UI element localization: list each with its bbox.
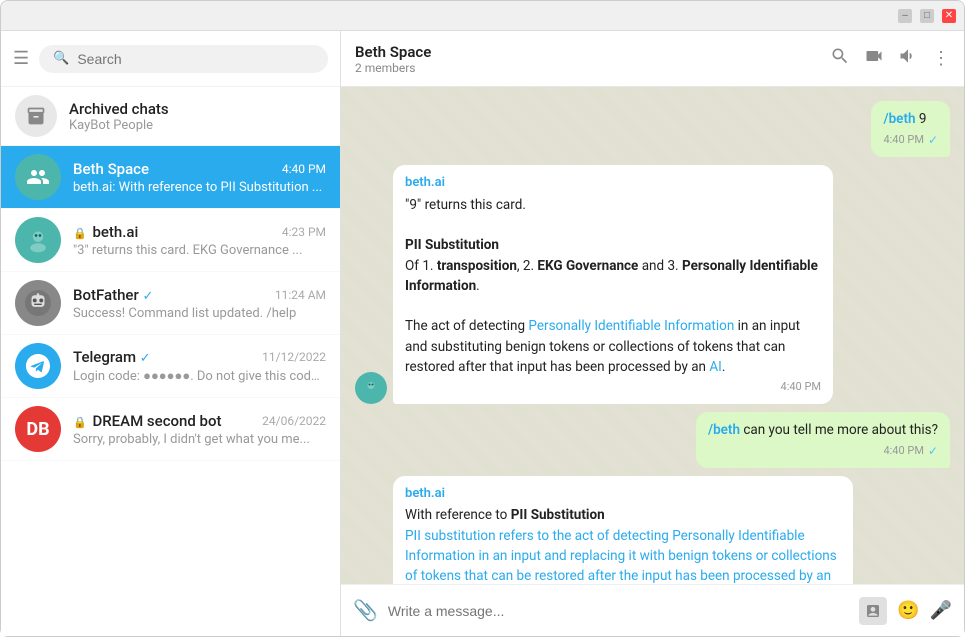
chat-header: Beth Space 2 members ⋮	[341, 31, 964, 87]
voice-button[interactable]: 🎤	[930, 600, 952, 621]
bubble-4: beth.ai With reference to PII Substituti…	[393, 476, 853, 584]
sidebar: ☰ 🔍 Archived chats KayBot People	[1, 31, 341, 636]
chat-info-beth-ai: 🔒 beth.ai 4:23 PM "3" returns this card.…	[73, 223, 326, 258]
msg-text-4: With reference to PII Substitution PII s…	[405, 505, 841, 584]
chat-area: Beth Space 2 members ⋮	[341, 31, 964, 636]
attach-button[interactable]: 📎	[353, 598, 378, 623]
sticker-button[interactable]	[859, 597, 887, 625]
input-right-icons: 🙂 🎤	[859, 597, 952, 625]
msg-time-2: 4:40 PM	[781, 379, 821, 396]
sidebar-header: ☰ 🔍	[1, 31, 340, 87]
bubble-1: /beth 9 4:40 PM ✓	[871, 101, 950, 157]
chat-item-botfather[interactable]: BotFather ✓ 11:24 AM Success! Command li…	[1, 272, 340, 335]
avatar-beth-ai	[15, 217, 61, 263]
msg-time-1: 4:40 PM	[883, 132, 923, 149]
check-icon-3: ✓	[928, 442, 938, 460]
bubble-sender-2: beth.ai	[405, 173, 821, 193]
chat-preview-botfather: Success! Command list updated. /help	[73, 306, 326, 321]
archived-title: Archived chats	[69, 100, 326, 118]
chat-name-dream: 🔒 DREAM second bot	[73, 412, 222, 430]
msg-text-1: /beth 9	[883, 109, 938, 129]
chat-name-telegram: Telegram ✓	[73, 348, 151, 366]
search-icon: 🔍	[53, 51, 69, 66]
chat-header-info: Beth Space 2 members	[355, 43, 820, 75]
chat-time-beth-space: 4:40 PM	[282, 162, 326, 176]
search-input[interactable]	[77, 51, 314, 67]
message-row-2: beth.ai "9" returns this card. PII Subst…	[355, 165, 950, 403]
chat-header-members: 2 members	[355, 61, 820, 75]
chat-item-dream[interactable]: DB 🔒 DREAM second bot 24/06/2022 Sorry, …	[1, 398, 340, 461]
bubble-sender-4: beth.ai	[405, 484, 841, 504]
bubble-3: /beth can you tell me more about this? 4…	[696, 412, 950, 468]
chat-name-beth-ai: 🔒 beth.ai	[73, 223, 138, 241]
archived-chats-row[interactable]: Archived chats KayBot People	[1, 87, 340, 146]
messages-area: /beth 9 4:40 PM ✓	[341, 87, 964, 584]
verified-icon-telegram: ✓	[140, 351, 151, 366]
chat-name-botfather: BotFather ✓	[73, 286, 153, 304]
chat-item-telegram[interactable]: Telegram ✓ 11/12/2022 Login code: ●●●●●●…	[1, 335, 340, 398]
archived-icon	[15, 95, 57, 137]
lock-icon-dream: 🔒	[73, 416, 87, 429]
chat-list: Beth Space 4:40 PM beth.ai: With referen…	[1, 146, 340, 636]
avatar-msg-2	[355, 372, 387, 404]
msg-text-3: /beth can you tell me more about this?	[708, 420, 938, 440]
chat-item-beth-ai[interactable]: 🔒 beth.ai 4:23 PM "3" returns this card.…	[1, 209, 340, 272]
lock-icon-beth-ai: 🔒	[73, 227, 87, 240]
message-input[interactable]	[388, 603, 849, 619]
chat-info-botfather: BotFather ✓ 11:24 AM Success! Command li…	[73, 286, 326, 321]
avatar-botfather	[15, 280, 61, 326]
video-call-button[interactable]	[864, 46, 884, 71]
search-box[interactable]: 🔍	[39, 45, 328, 73]
mute-button[interactable]	[898, 46, 918, 71]
chat-preview-dream: Sorry, probably, I didn't get what you m…	[73, 432, 326, 447]
close-button[interactable]: ✕	[942, 9, 956, 23]
search-chat-button[interactable]	[830, 46, 850, 71]
avatar-beth-space	[15, 154, 61, 200]
chat-time-botfather: 11:24 AM	[275, 288, 326, 302]
maximize-button[interactable]: □	[920, 9, 934, 23]
chat-preview-telegram: Login code: ●●●●●●. Do not give this cod…	[73, 368, 326, 384]
avatar-dream: DB	[15, 406, 61, 452]
menu-icon[interactable]: ☰	[13, 48, 29, 69]
archived-sub: KayBot People	[69, 118, 326, 133]
input-area: 📎 🙂 🎤	[341, 584, 964, 636]
minimize-button[interactable]: –	[898, 9, 912, 23]
emoji-button[interactable]: 🙂	[897, 600, 919, 621]
chat-preview-beth-space: beth.ai: With reference to PII Substitut…	[73, 180, 326, 195]
chat-item-beth-space[interactable]: Beth Space 4:40 PM beth.ai: With referen…	[1, 146, 340, 209]
avatar-telegram	[15, 343, 61, 389]
message-row-4: beth.ai With reference to PII Substituti…	[355, 476, 950, 584]
msg-time-3: 4:40 PM	[883, 443, 923, 460]
verified-icon-botfather: ✓	[142, 289, 153, 304]
chat-time-telegram: 11/12/2022	[262, 350, 326, 364]
chat-info-dream: 🔒 DREAM second bot 24/06/2022 Sorry, pro…	[73, 412, 326, 447]
chat-preview-beth-ai: "3" returns this card. EKG Governance ..…	[73, 243, 326, 258]
chat-info-beth-space: Beth Space 4:40 PM beth.ai: With referen…	[73, 160, 326, 195]
check-icon-1: ✓	[928, 131, 938, 149]
chat-info-telegram: Telegram ✓ 11/12/2022 Login code: ●●●●●●…	[73, 348, 326, 384]
chat-time-dream: 24/06/2022	[262, 414, 326, 428]
chat-name-beth-space: Beth Space	[73, 160, 149, 178]
message-row-3: /beth can you tell me more about this? 4…	[355, 412, 950, 468]
title-bar: – □ ✕	[1, 1, 964, 31]
bubble-2: beth.ai "9" returns this card. PII Subst…	[393, 165, 833, 403]
more-options-button[interactable]: ⋮	[932, 48, 950, 69]
archived-text: Archived chats KayBot People	[69, 100, 326, 133]
chat-time-beth-ai: 4:23 PM	[282, 225, 326, 239]
chat-header-name: Beth Space	[355, 43, 820, 61]
message-row-1: /beth 9 4:40 PM ✓	[355, 101, 950, 157]
header-icons: ⋮	[830, 46, 950, 71]
msg-text-2: "9" returns this card. PII Substitution …	[405, 195, 821, 377]
